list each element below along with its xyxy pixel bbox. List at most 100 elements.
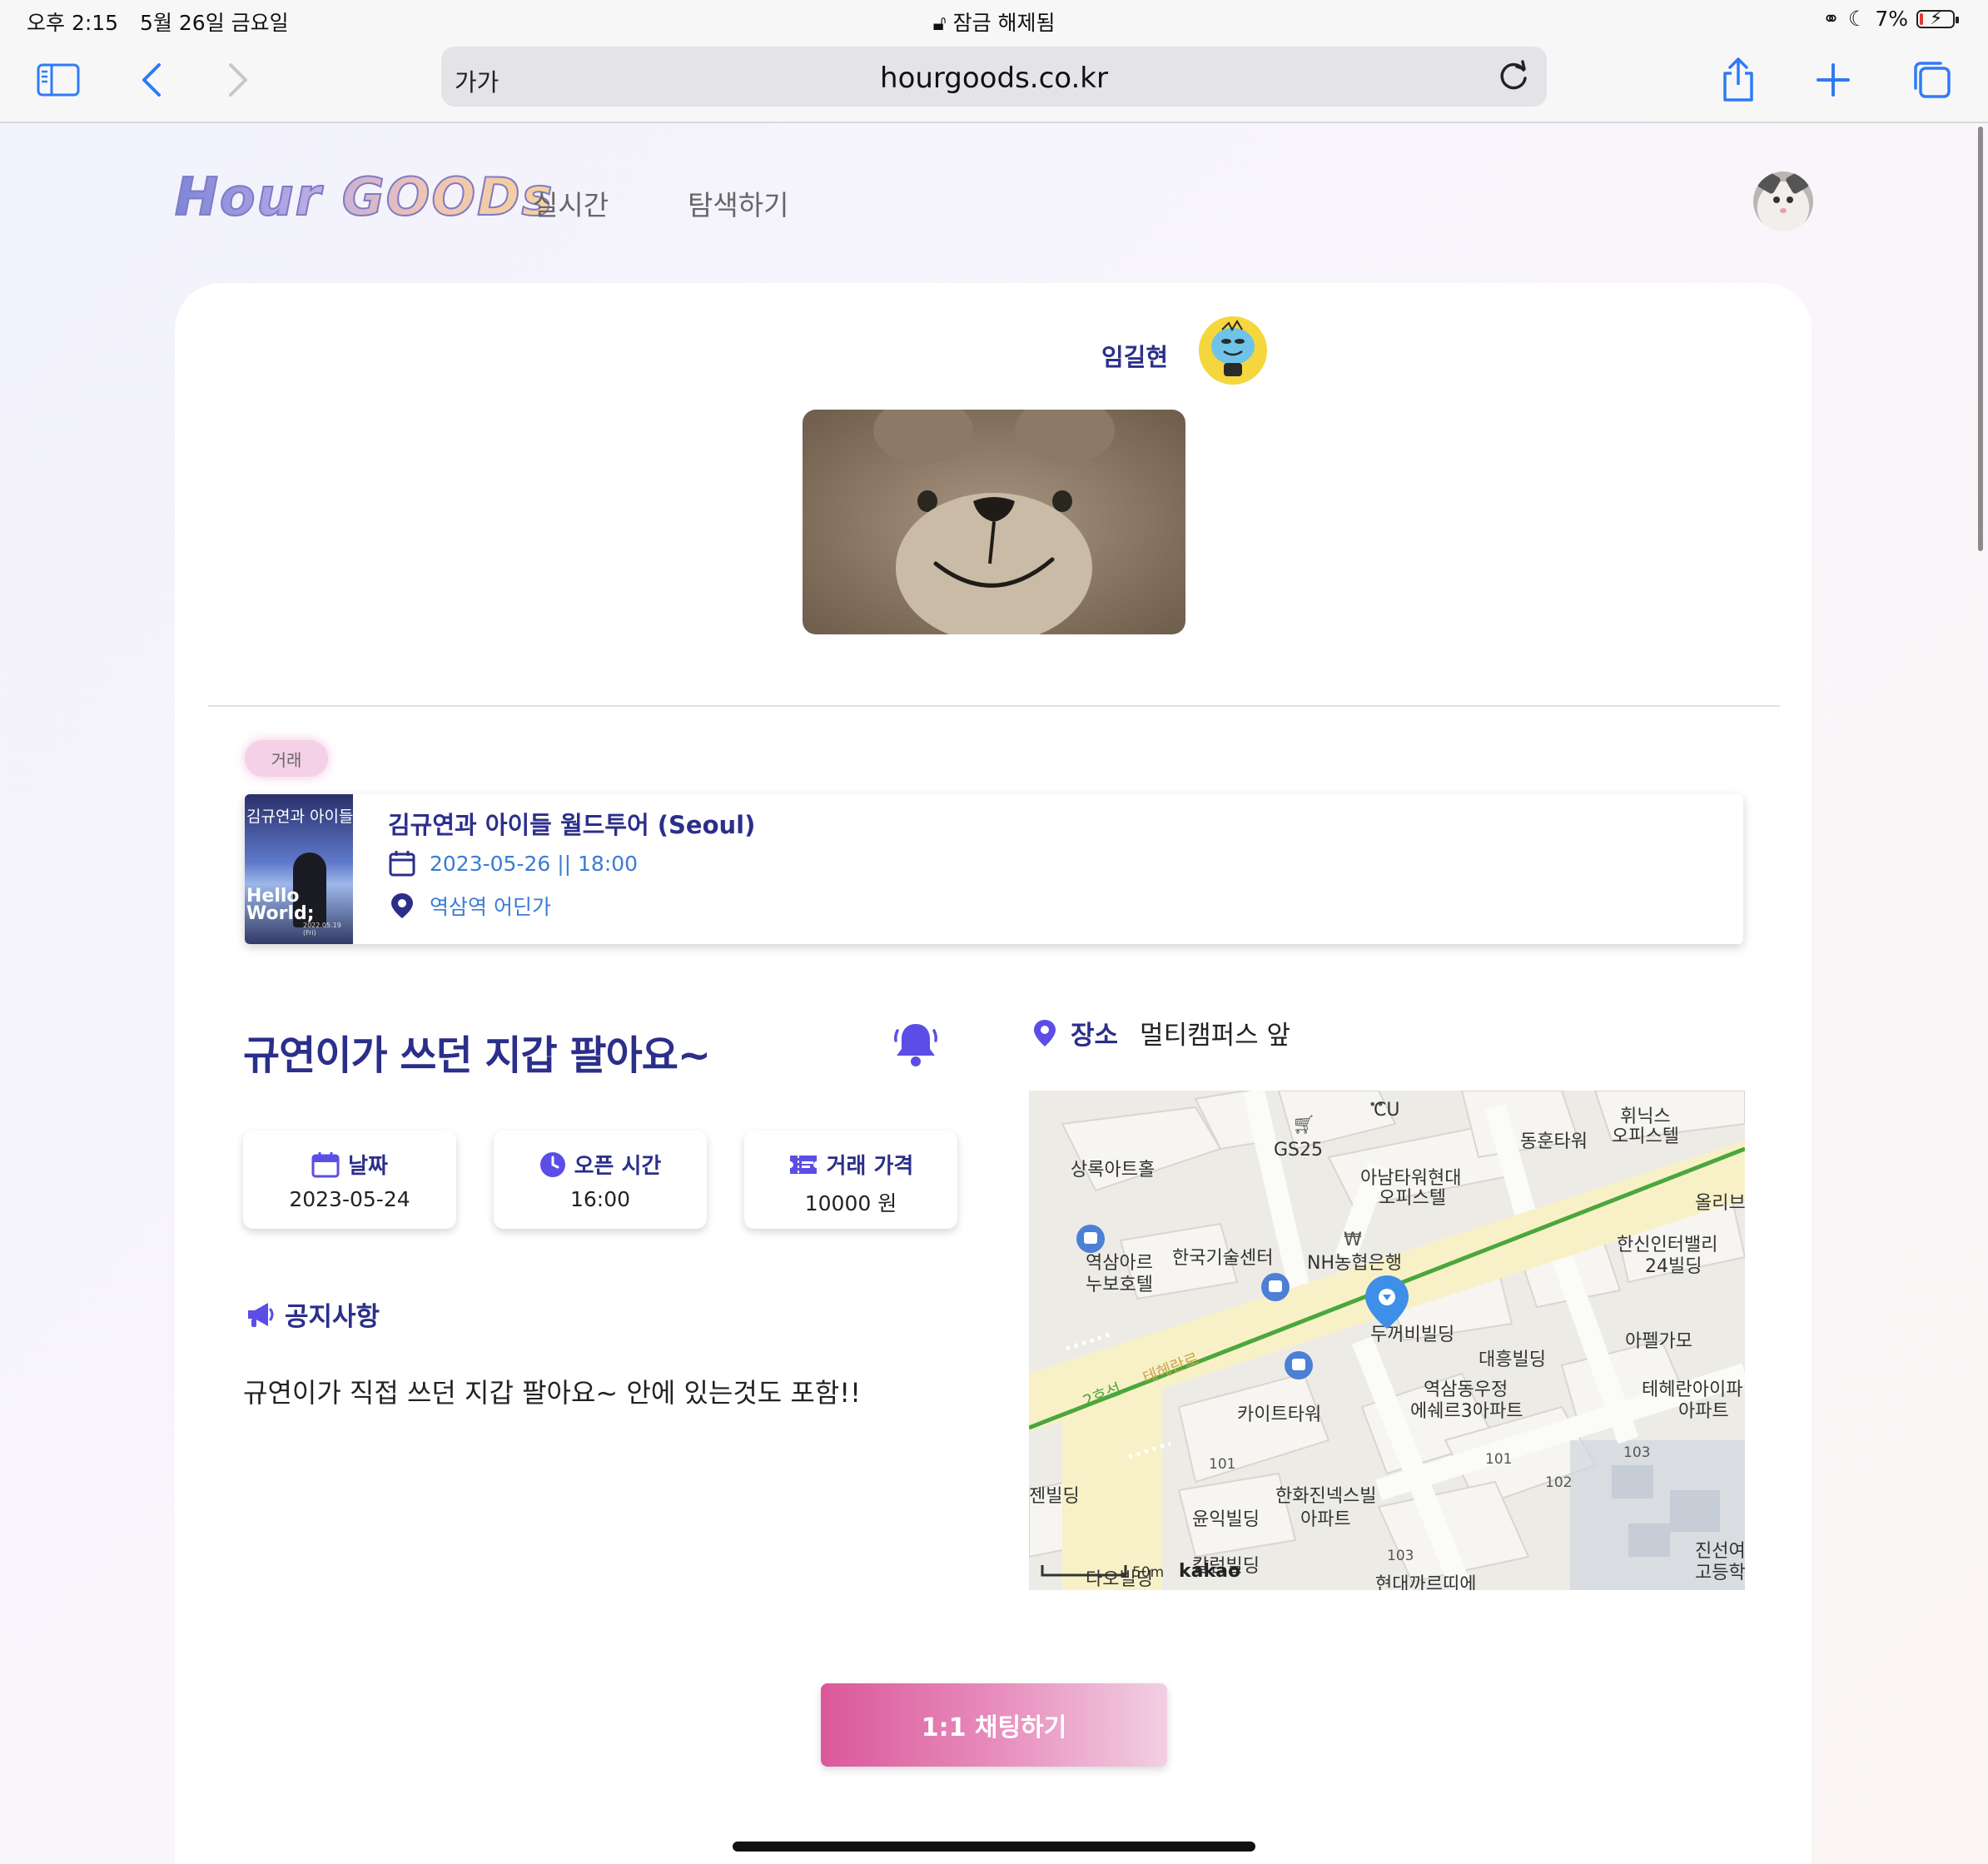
map-label: 역삼동우정 [1424,1379,1508,1400]
moon-icon: ☾ [1847,7,1867,31]
ticket-icon [789,1155,817,1174]
calendar-icon [389,851,415,877]
seller-avatar[interactable] [1199,316,1267,385]
site-logo[interactable]: Hour GOODs [174,166,554,228]
map-label: 두꺼비빌딩 [1370,1325,1454,1345]
map-label: 동훈타워 [1520,1131,1588,1152]
place-value: 멀티캠퍼스 앞 [1140,1021,1291,1051]
event-title[interactable]: 김규연과 아이들 월드투어 (Seoul) [388,806,755,841]
map-label: 아남타워현대 [1360,1168,1461,1189]
location-pin-icon [391,893,413,918]
browser-toolbar: 가가 hourgoods.co.kr [0,38,1988,123]
map-label: 카이트타워 [1237,1404,1321,1425]
nav-explore[interactable]: 탐색하기 [688,183,788,223]
map-label: 한국기술센터 [1172,1248,1273,1269]
event-thumb-date: 2022.05.19 (Fri) [303,922,341,937]
bus-stop-icon [1261,1273,1290,1301]
event-location: 역삼역 어딘가 [430,895,551,919]
map-label: 테헤란아이파 [1642,1379,1742,1400]
lock-text: 잠금 해제됨 [952,11,1056,35]
bus-stop-icon [1285,1351,1313,1379]
battery-icon: ⚡︎ [1916,8,1959,29]
notice-heading: 공지사항 [245,1295,380,1333]
map-label: 누보호텔 [1086,1275,1153,1295]
address-bar[interactable]: 가가 hourgoods.co.kr [441,47,1547,107]
map-label: 윤익빌딩 [1192,1509,1260,1530]
map-label: 휘닉스 [1620,1106,1671,1127]
event-thumbnail: 김규연과 아이들 Hello World; 2022.05.19 (Fri) [245,794,353,944]
map-label: 103 [1623,1444,1650,1461]
map-label: 현대까르띠에 [1375,1574,1476,1590]
map-label: CU [1374,1100,1399,1121]
notice-label: 공지사항 [285,1302,380,1332]
clock-icon [539,1151,565,1177]
map-label: 고등학 [1695,1563,1745,1583]
info-price-label: 거래 가격 [826,1154,914,1179]
status-indicators: ⚭ ☾ 7% ⚡︎ [1822,7,1959,31]
lock-icon: 🔓︎ [932,11,947,35]
place-heading: 장소 멀티캠퍼스 앞 [1032,1014,1290,1051]
info-open-time-value: 16:00 [569,1187,631,1211]
event-thumb-text: Hello World; [246,886,315,924]
map-label: 아펠가모 [1625,1331,1692,1352]
reload-icon[interactable] [1495,58,1532,95]
map-label: 한신인터밸리 [1617,1235,1717,1255]
info-date-label: 날짜 [348,1154,388,1179]
bank-icon: ₩ [1344,1230,1362,1250]
home-indicator[interactable] [733,1842,1255,1852]
bell-icon[interactable] [892,1019,939,1069]
kakao-logo: kakao [1179,1561,1240,1582]
store-icon: 🛒︎ [1292,1115,1315,1136]
lock-status: 🔓︎ 잠금 해제됨 [0,7,1988,37]
event-location-row: 역삼역 어딘가 [388,891,551,921]
chat-button[interactable]: 1:1 채팅하기 [821,1683,1167,1767]
share-icon[interactable] [1713,55,1763,105]
map-label: 아파트 [1678,1401,1729,1422]
location-map[interactable]: 2호선 테헤란로 🛒︎ •• ₩ CU GS25 휘닉스 오피스텔 동훈타워 상… [1029,1091,1745,1590]
event-datetime-row: 2023-05-26 || 18:00 [388,849,638,877]
forward-icon[interactable] [213,55,263,105]
calendar-icon [311,1151,340,1177]
url-text[interactable]: hourgoods.co.kr [441,62,1547,95]
post-title: 규연이가 쓰던 지갑 팔아요~ [243,1032,711,1079]
map-label: 올리브 [1695,1193,1745,1214]
event-datetime: 2023-05-26 || 18:00 [430,851,639,876]
info-price: 거래 가격 10000 원 [744,1131,957,1229]
scrollbar[interactable] [1978,127,1983,551]
nav-realtime[interactable]: 실시간 [533,183,609,223]
map-label: GS25 [1274,1140,1323,1161]
megaphone-icon [248,1302,274,1327]
info-date-value: 2023-05-24 [289,1187,410,1211]
map-label: 에쉐르3아파트 [1410,1401,1523,1422]
link-icon: ⚭ [1822,7,1840,31]
seller-name[interactable]: 임길현 [1101,338,1168,373]
map-label: 역삼아르 [1086,1253,1153,1274]
back-icon[interactable] [127,55,176,105]
info-open-time: 오픈 시간 16:00 [494,1131,707,1229]
place-label: 장소 [1071,1021,1119,1051]
sidebar-icon[interactable] [33,55,83,105]
map-label: 오피스텔 [1379,1188,1446,1209]
notice-body: 규연이가 직접 쓰던 지갑 팔아요~ 안에 있는것도 포함!! [243,1377,861,1409]
info-price-value: 10000 원 [804,1191,897,1215]
divider [208,705,1780,707]
bus-stop-icon [1076,1225,1105,1253]
location-pin-icon [1034,1019,1056,1046]
map-label: 진선여 [1695,1541,1745,1562]
new-tab-icon[interactable] [1808,55,1858,105]
map-label: 상록아트홀 [1071,1160,1155,1181]
status-bar: 오후 2:15 5월 26일 금요일 🔓︎ 잠금 해제됨 ⚭ ☾ 7% ⚡︎ [0,0,1988,38]
info-date: 날짜 2023-05-24 [243,1131,456,1229]
event-card[interactable]: 김규연과 아이들 Hello World; 2022.05.19 (Fri) 김… [245,794,1743,944]
tabs-overview-icon[interactable] [1906,55,1956,105]
battery-percent: 7% [1875,7,1908,31]
map-label: 한화진넥스빌 [1275,1486,1376,1507]
map-label: 아파트 [1300,1509,1351,1530]
map-scale: 50m [1132,1564,1164,1581]
event-thumb-title: 김규연과 아이들 [246,808,354,826]
user-avatar[interactable] [1753,171,1813,231]
map-label: 24빌딩 [1645,1256,1702,1277]
map-label: 103 [1387,1548,1414,1564]
product-image[interactable] [803,410,1185,634]
map-label: 대흥빌딩 [1479,1350,1546,1370]
